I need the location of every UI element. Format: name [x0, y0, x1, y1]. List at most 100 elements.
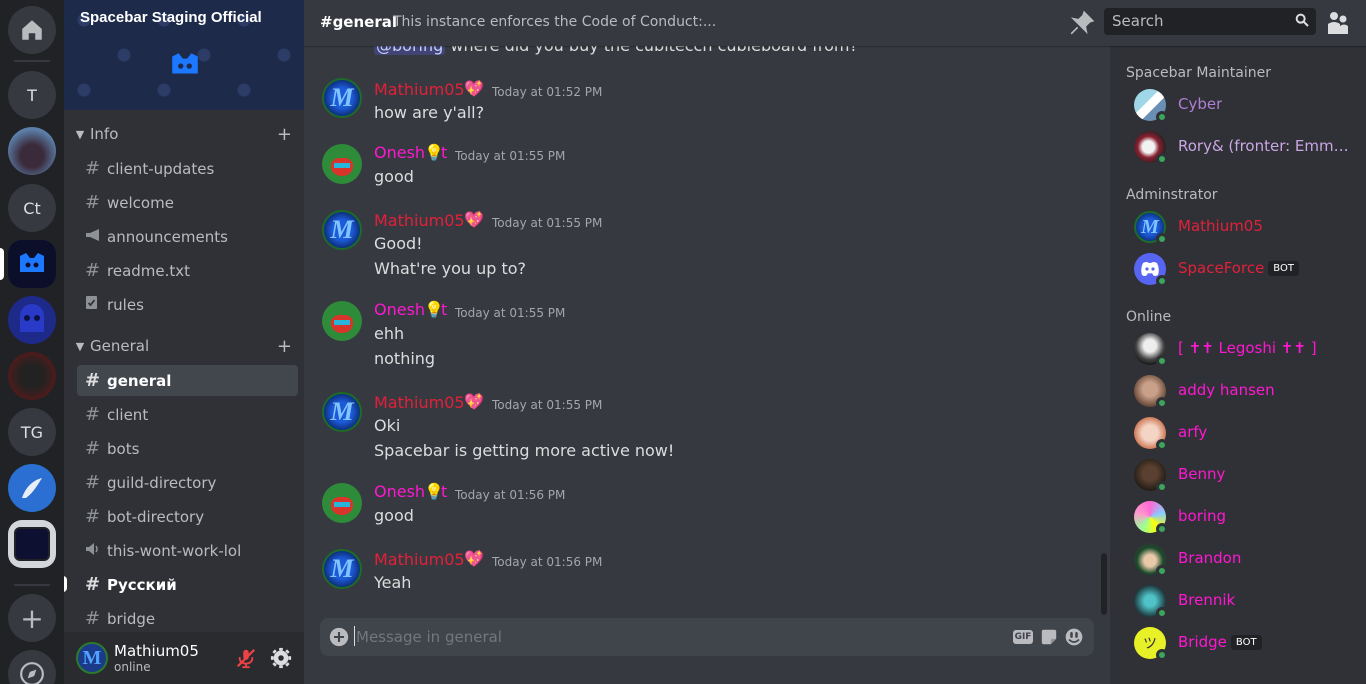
add-channel-icon[interactable]: + — [277, 336, 292, 357]
member-name: Benny — [1178, 465, 1226, 483]
channel-client-updates[interactable]: # client-updates — [77, 153, 298, 184]
member-name: Cyber — [1178, 95, 1223, 113]
heart-badge-icon: 💖 — [464, 392, 484, 411]
attach-button[interactable] — [329, 627, 349, 647]
message-scrollbar[interactable] — [1101, 553, 1107, 615]
add-server-button[interactable]: + — [8, 594, 56, 642]
channel-general[interactable]: # general — [77, 365, 298, 396]
channel-readme[interactable]: # readme.txt — [77, 255, 298, 286]
message-timestamp: Today at 01:55 PM — [492, 216, 603, 230]
rules-icon — [85, 294, 107, 315]
member-item[interactable]: Rory& (fronter: Emma [it... — [1134, 129, 1366, 165]
message-text: Yeah — [374, 573, 412, 592]
message-timestamp: Today at 01:55 PM — [455, 149, 566, 163]
pin-button[interactable] — [1069, 10, 1095, 36]
mention: @boring — [374, 46, 446, 55]
avatar[interactable]: M — [322, 549, 362, 589]
guild-icon-blue-ghost[interactable] — [8, 296, 56, 344]
guild-icon-folder[interactable] — [8, 520, 56, 568]
search-input[interactable]: Search — [1104, 8, 1316, 35]
category-general[interactable]: ▼ General + — [70, 336, 298, 357]
member-item[interactable]: [ ✝✝ Legoshi ✝✝ ] — [1134, 331, 1366, 367]
message-author[interactable]: Mathium05 — [374, 211, 465, 230]
hash-icon: # — [85, 158, 101, 179]
member-item[interactable]: boring — [1134, 499, 1366, 535]
channel-bridge[interactable]: # bridge — [77, 603, 298, 634]
member-list-button[interactable] — [1326, 10, 1350, 36]
member-name: Brandon — [1178, 549, 1242, 567]
channel-bots[interactable]: # bots — [77, 433, 298, 464]
message-author-suffix: t — [441, 300, 448, 319]
channel-announcements[interactable]: announcements — [77, 221, 298, 252]
channel-label: guild-directory — [107, 473, 217, 492]
guild-icon-tg[interactable]: TG — [8, 408, 56, 456]
channel-welcome[interactable]: # welcome — [77, 187, 298, 218]
avatar[interactable]: M — [322, 392, 362, 432]
guild-label: TG — [20, 422, 44, 442]
member-item[interactable]: addy hansen — [1134, 373, 1366, 409]
guild-icon-t[interactable]: T — [8, 71, 56, 119]
server-name[interactable]: Spacebar Staging Official — [80, 9, 262, 26]
channel-bot-directory[interactable]: # bot-directory — [77, 501, 298, 532]
message-author[interactable]: Onesh — [374, 300, 425, 319]
message-author[interactable]: Mathium05 — [374, 550, 465, 569]
channel-guild-directory[interactable]: # guild-directory — [77, 467, 298, 498]
channel-label: announcements — [107, 227, 228, 246]
channel-russian[interactable]: # Русский — [77, 569, 298, 600]
mute-button[interactable] — [234, 646, 258, 670]
channel-topic[interactable]: This instance enforces the Code of Condu… — [393, 14, 716, 30]
member-item[interactable]: Benny — [1134, 457, 1366, 493]
avatar[interactable] — [322, 483, 362, 523]
avatar[interactable] — [322, 144, 362, 184]
explore-button[interactable] — [8, 650, 56, 684]
hash-icon: # — [85, 438, 101, 459]
message-author-suffix: t — [441, 482, 448, 501]
message-author[interactable]: Mathium05 — [374, 80, 465, 99]
guild-icon-bird[interactable] — [8, 464, 56, 512]
avatar[interactable]: M — [322, 210, 362, 250]
avatar[interactable]: M — [76, 642, 108, 674]
message-composer[interactable]: Message in general GIF — [320, 618, 1094, 656]
category-info[interactable]: ▼ Info + — [70, 124, 298, 145]
server-banner: Spacebar Staging Official — [64, 0, 304, 110]
sticker-button[interactable] — [1039, 627, 1059, 647]
channel-label: bots — [107, 439, 140, 458]
member-item[interactable]: arfy — [1134, 415, 1366, 451]
message-author[interactable]: Onesh — [374, 482, 425, 501]
member-item[interactable]: M Mathium05 — [1134, 209, 1366, 245]
megaphone-icon — [85, 226, 107, 247]
channel-rules[interactable]: rules — [77, 289, 298, 320]
gif-button[interactable]: GIF — [1012, 627, 1034, 647]
member-item[interactable]: Cyber — [1134, 87, 1366, 123]
category-label: Info — [90, 125, 119, 143]
channel-this-wont-work-lol[interactable]: this-wont-work-lol — [77, 535, 298, 566]
spacebar-logo-icon — [172, 53, 198, 74]
message-author[interactable]: Onesh — [374, 143, 425, 162]
member-name: Bridge BOT — [1178, 633, 1262, 651]
guild-icon-spacebar[interactable] — [8, 240, 56, 288]
user-name: Mathium05 — [114, 642, 199, 660]
avatar[interactable] — [322, 301, 362, 341]
member-item[interactable]: ツ Bridge BOT — [1134, 625, 1366, 661]
member-item[interactable]: Brandon — [1134, 541, 1366, 577]
home-icon — [22, 20, 42, 40]
add-channel-icon[interactable]: + — [277, 124, 292, 145]
member-item[interactable]: Brennik — [1134, 583, 1366, 619]
online-status-icon — [1156, 565, 1168, 577]
channel-title: #general — [320, 13, 397, 31]
guild-icon-cat[interactable] — [8, 352, 56, 400]
settings-button[interactable] — [269, 646, 293, 670]
heart-badge-icon: 💖 — [464, 79, 484, 98]
channel-client[interactable]: # client — [77, 399, 298, 430]
guild-icon-witch[interactable] — [8, 127, 56, 175]
message-author[interactable]: Mathium05 — [374, 393, 465, 412]
emoji-button[interactable] — [1064, 627, 1084, 647]
message-text: Oki — [374, 416, 401, 435]
message-input[interactable]: Message in general — [356, 628, 502, 646]
home-button[interactable] — [8, 6, 56, 54]
message-timestamp: Today at 01:56 PM — [455, 488, 566, 502]
avatar[interactable]: M — [322, 78, 362, 118]
guild-icon-ct[interactable]: Ct — [8, 184, 56, 232]
member-item[interactable]: SpaceForce BOT — [1134, 251, 1366, 287]
member-name: Brennik — [1178, 591, 1236, 609]
